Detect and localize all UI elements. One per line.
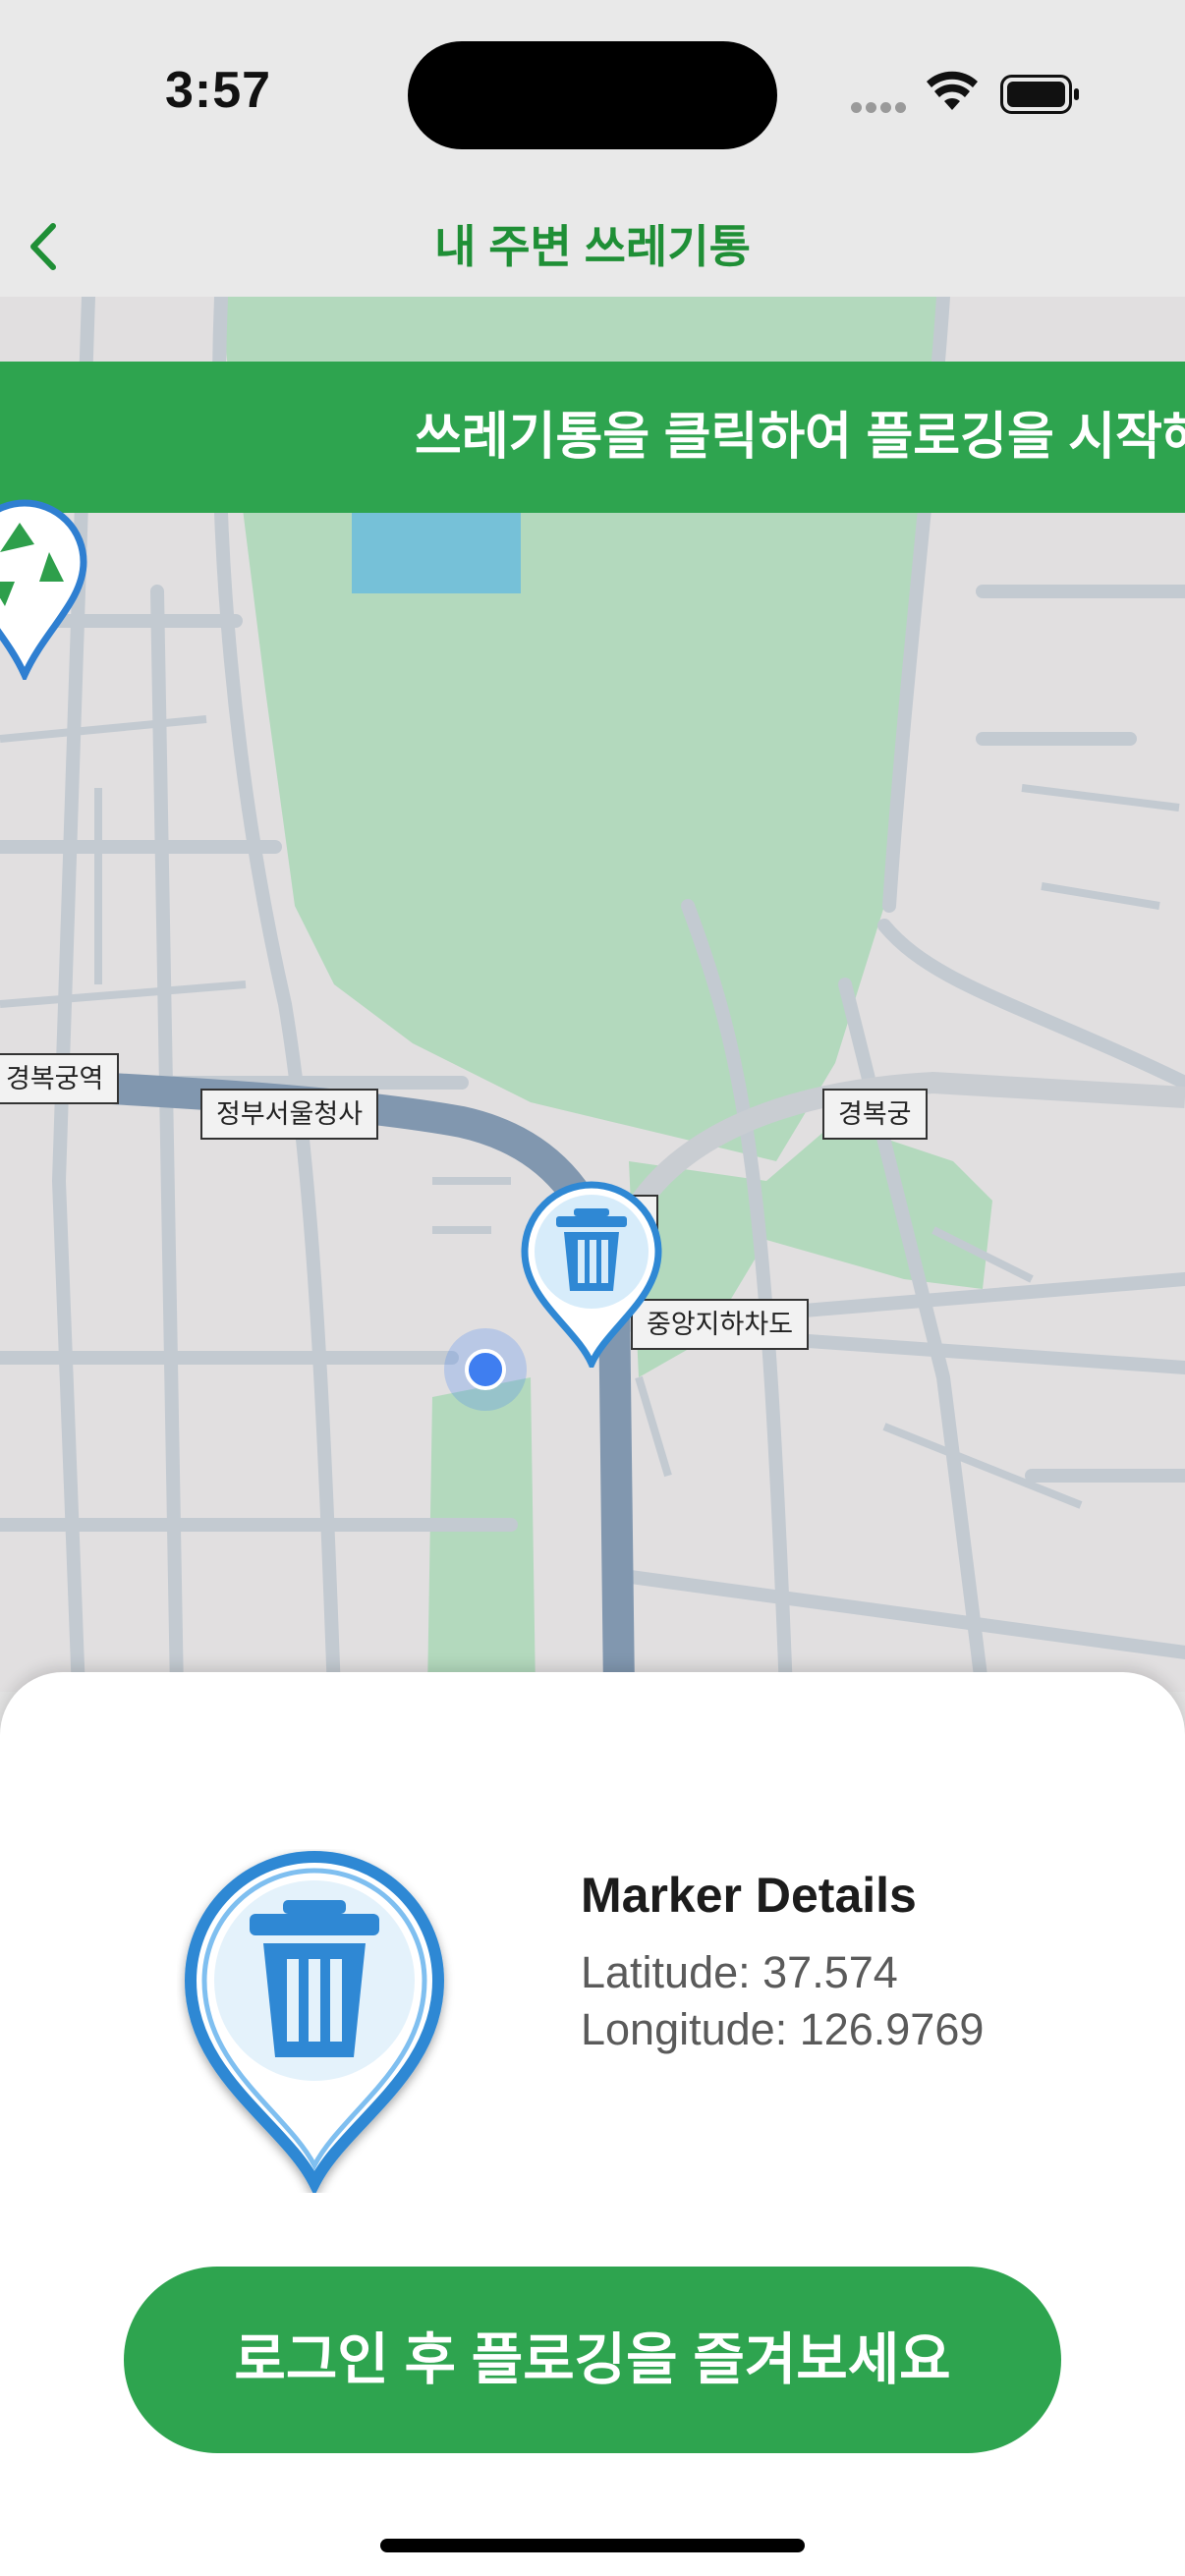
marker-details-sheet: Marker Details Latitude: 37.574 Longitud… [0,1672,1185,2576]
home-indicator[interactable] [380,2539,805,2552]
status-bar: 3:57 [0,0,1185,196]
dynamic-island [408,41,777,149]
map-view[interactable]: 쓰레기통을 클릭하여 플로깅을 시작해 경복궁역 정부서울청사 경복궁 중앙지하… [0,297,1185,1692]
navigation-bar: 내 주변 쓰레기통 [0,196,1185,298]
latitude-value: Latitude: 37.574 [581,1947,898,1997]
longitude-value: Longitude: 126.9769 [581,2004,985,2054]
current-location-dot [444,1328,527,1411]
trash-bin-marker-icon[interactable] [517,1181,666,1368]
banner-text: 쓰레기통을 클릭하여 플로깅을 시작해 [415,409,1185,466]
map-label-government-complex[interactable]: 정부서울청사 [200,1089,379,1140]
recycle-marker-icon[interactable] [0,483,88,680]
trash-bin-marker-icon [184,1851,445,2193]
page-title: 내 주변 쓰레기통 [434,221,751,272]
status-time: 3:57 [165,62,272,119]
details-title: Marker Details [581,1868,917,1923]
battery-icon [1000,75,1079,114]
map-label-gyeongbokgung[interactable]: 경복궁 [822,1089,928,1140]
wifi-icon [927,71,978,110]
login-plogging-button[interactable]: 로그인 후 플로깅을 즐겨보세요 [124,2267,1061,2453]
cellular-dots-icon [851,102,908,114]
instruction-banner: 쓰레기통을 클릭하여 플로깅을 시작해 [0,362,1185,513]
map-label-gyeongbokgung-station[interactable]: 경복궁역 [0,1053,120,1104]
